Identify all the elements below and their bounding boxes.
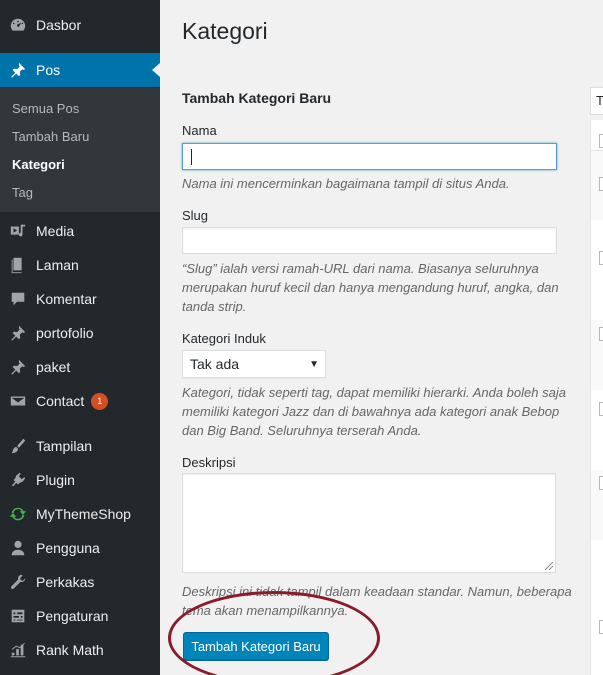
sidebar-item-mythemeshop[interactable]: MyThemeShop (0, 497, 160, 531)
sidebar-item-label: Plugin (36, 472, 75, 488)
mail-icon (8, 391, 28, 411)
sidebar-item-users[interactable]: Pengguna (0, 531, 160, 565)
sidebar-item-posts[interactable]: Pos (0, 53, 160, 87)
text-caret (191, 149, 192, 165)
sidebar-item-label: Rank Math (36, 642, 104, 658)
search-categories-input[interactable]: T (590, 87, 603, 115)
slug-label: Slug (182, 208, 209, 223)
row-checkbox[interactable] (599, 476, 603, 490)
sidebar-item-rank-math[interactable]: Rank Math (0, 633, 160, 667)
submenu-item-tags[interactable]: Tag (12, 185, 33, 200)
page-icon (8, 255, 28, 275)
sidebar-item-label: Komentar (36, 291, 97, 307)
form-heading: Tambah Kategori Baru (182, 90, 332, 106)
slug-hint: “Slug” ialah versi ramah-URL dari nama. … (182, 261, 559, 314)
sidebar-item-label: MyThemeShop (36, 506, 131, 522)
sidebar-item-label: Media (36, 223, 75, 239)
category-list-panel: T (590, 84, 603, 675)
page-title: Kategori (182, 18, 268, 44)
add-category-button[interactable]: Tambah Kategori Baru (183, 632, 329, 660)
chart-icon (8, 640, 28, 660)
sidebar-item-plugins[interactable]: Plugin (0, 463, 160, 497)
sidebar-item-label: portofolio (36, 325, 94, 341)
row-checkbox[interactable] (599, 177, 603, 191)
row-checkbox[interactable] (599, 251, 603, 265)
select-all-checkbox[interactable] (599, 134, 603, 148)
wrench-icon (8, 572, 28, 592)
media-icon (8, 221, 28, 241)
submenu-item-all-posts[interactable]: Semua Pos (12, 101, 79, 116)
sidebar-item-tools[interactable]: Perkakas (0, 565, 160, 599)
sidebar-item-appearance[interactable]: Tampilan (0, 429, 160, 463)
sidebar-item-label: Tampilan (36, 438, 93, 454)
dropdown-arrow-icon: ▼ (309, 359, 319, 370)
sidebar-item-media[interactable]: Media (0, 214, 160, 248)
category-table (590, 120, 603, 675)
settings-icon (8, 606, 28, 626)
description-label: Deskripsi (182, 455, 236, 470)
row-divider (591, 150, 603, 151)
sidebar-item-contact[interactable]: Contact 1 (0, 384, 160, 418)
submenu-item-categories[interactable]: Kategori (12, 157, 65, 172)
slug-input[interactable] (182, 227, 557, 254)
submenu-item-add-new[interactable]: Tambah Baru (12, 129, 89, 144)
dashboard-icon (8, 15, 28, 35)
comment-icon (8, 289, 28, 309)
parent-category-select[interactable]: Tak ada ▼ (182, 350, 326, 378)
name-hint: Nama ini mencerminkan bagaimana tampil d… (182, 176, 510, 191)
sidebar-item-portofolio[interactable]: portofolio (0, 316, 160, 350)
sidebar-item-label: Contact (36, 393, 85, 409)
name-input[interactable] (182, 143, 557, 170)
name-label: Nama (182, 123, 217, 138)
sidebar-item-label: paket (36, 359, 71, 375)
sidebar-item-label: Perkakas (36, 574, 95, 590)
admin-sidebar: Dasbor Pos Semua Pos Tambah Baru Kategor… (0, 0, 160, 675)
sidebar-item-label: Pos (36, 62, 61, 78)
active-arrow (152, 63, 160, 77)
sidebar-item-label: Laman (36, 257, 79, 273)
description-hint: Deskripsi ini tidak tampil dalam keadaan… (182, 584, 572, 618)
parent-category-selected: Tak ada (190, 356, 240, 372)
posts-submenu: Semua Pos Tambah Baru Kategori Tag (0, 88, 160, 212)
sidebar-item-settings[interactable]: Pengaturan (0, 599, 160, 633)
pin-icon (8, 357, 28, 377)
description-textarea[interactable] (182, 473, 556, 573)
sidebar-item-label: Dasbor (36, 17, 82, 33)
pin-icon (8, 60, 28, 80)
sidebar-item-dashboard[interactable]: Dasbor (0, 8, 160, 42)
sidebar-item-label: Pengguna (36, 540, 100, 556)
sidebar-item-label: Pengaturan (36, 608, 109, 624)
resize-grip-icon[interactable] (545, 562, 553, 570)
user-icon (8, 538, 28, 558)
sidebar-item-paket[interactable]: paket (0, 350, 160, 384)
sidebar-item-comments[interactable]: Komentar (0, 282, 160, 316)
notification-badge: 1 (91, 392, 109, 410)
row-checkbox[interactable] (599, 327, 603, 341)
row-checkbox[interactable] (599, 402, 603, 416)
pin-icon (8, 323, 28, 343)
plugin-icon (8, 470, 28, 490)
refresh-icon (8, 504, 28, 524)
parent-category-label: Kategori Induk (182, 331, 266, 346)
parent-category-hint: Kategori, tidak seperti tag, dapat memil… (182, 385, 566, 438)
sidebar-item-pages[interactable]: Laman (0, 248, 160, 282)
brush-icon (8, 436, 28, 456)
row-checkbox[interactable] (599, 620, 603, 634)
